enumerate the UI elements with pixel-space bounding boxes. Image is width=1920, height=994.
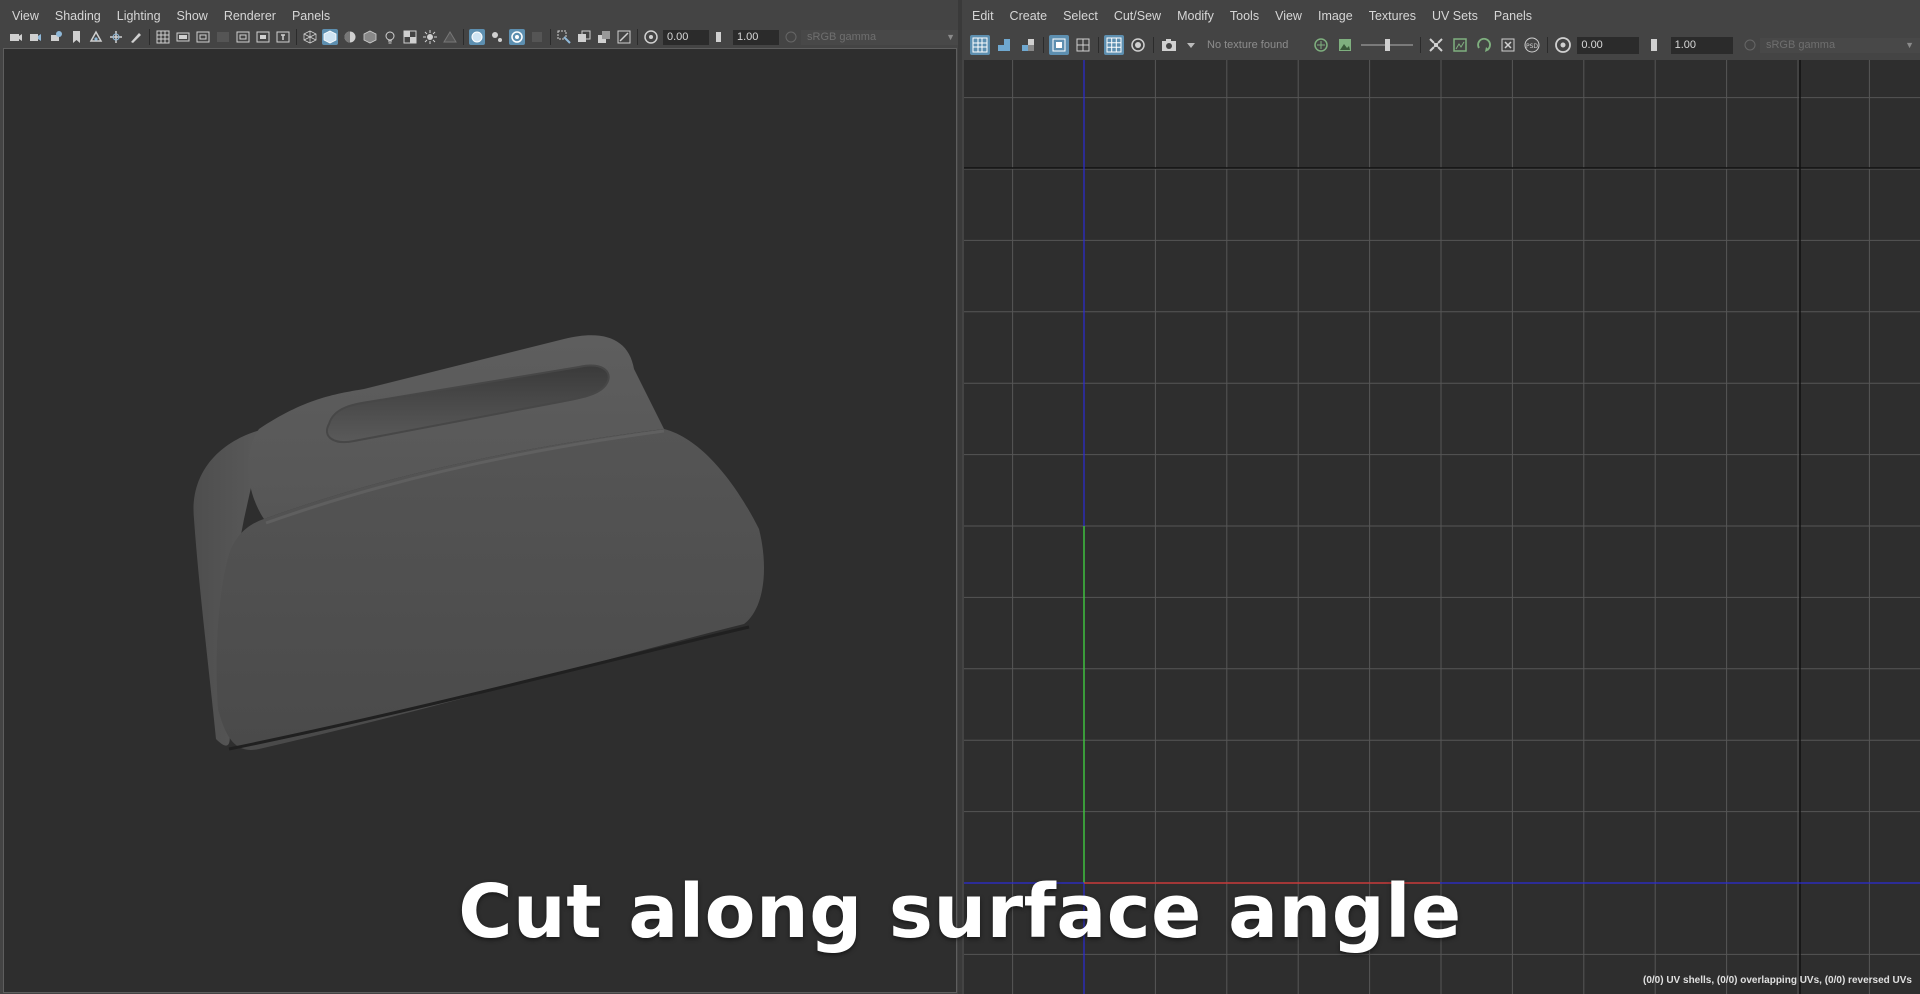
grease-pencil-icon[interactable] bbox=[128, 29, 144, 45]
tutorial-caption: Cut along surface angle bbox=[458, 869, 1462, 955]
uv-checker-icon[interactable] bbox=[1018, 35, 1038, 55]
chevron-down-icon: ▼ bbox=[1905, 39, 1914, 50]
two-view-icon[interactable] bbox=[576, 29, 592, 45]
color-space-label: sRGB gamma bbox=[807, 30, 877, 43]
exposure-icon[interactable] bbox=[643, 29, 659, 45]
texture-tiling-icon[interactable] bbox=[1311, 35, 1331, 55]
gamma-icon[interactable] bbox=[1647, 35, 1667, 55]
toolbar-separator bbox=[296, 29, 297, 45]
uv-grid[interactable] bbox=[964, 60, 1920, 994]
tissue-box-model[interactable] bbox=[4, 49, 956, 992]
uv-grid-icon[interactable] bbox=[1049, 35, 1069, 55]
remove-image-icon[interactable] bbox=[1498, 35, 1518, 55]
svg-text:PSD: PSD bbox=[1526, 43, 1538, 50]
menu-modify[interactable]: Modify bbox=[1169, 0, 1222, 32]
color-space-label: sRGB gamma bbox=[1765, 38, 1836, 51]
xray-joints-icon[interactable] bbox=[489, 29, 505, 45]
psd-network-icon[interactable]: PSD bbox=[1522, 35, 1542, 55]
color-management-icon[interactable] bbox=[1742, 37, 1758, 53]
uv-shell-display-icon[interactable] bbox=[970, 35, 990, 55]
uv-editor-panel: Edit Create Select Cut/Sew Modify Tools … bbox=[962, 0, 1920, 994]
gamma-field[interactable]: 1.00 bbox=[1670, 36, 1733, 54]
menu-cut-sew[interactable]: Cut/Sew bbox=[1106, 0, 1169, 32]
toolbar-separator bbox=[1547, 37, 1549, 53]
dim-image-icon[interactable] bbox=[1128, 35, 1148, 55]
slider-thumb[interactable] bbox=[1385, 39, 1391, 51]
grid-icon[interactable] bbox=[155, 29, 171, 45]
exposure-field[interactable]: 0.00 bbox=[663, 29, 709, 45]
xray-components-icon[interactable] bbox=[509, 29, 525, 45]
smooth-shade-icon[interactable] bbox=[322, 29, 338, 45]
uv-editor-viewport[interactable]: (0/0) UV shells, (0/0) overlapping UVs, … bbox=[964, 60, 1920, 994]
toolbar-separator bbox=[1098, 37, 1099, 53]
shadows-icon[interactable] bbox=[402, 29, 418, 45]
pixel-snap-icon[interactable] bbox=[1104, 35, 1124, 55]
safe-title-icon[interactable] bbox=[275, 29, 291, 45]
image-brightness-slider[interactable] bbox=[1361, 37, 1414, 53]
menu-textures[interactable]: Textures bbox=[1361, 0, 1424, 32]
toolbar-separator bbox=[149, 29, 150, 45]
chevron-down-icon[interactable] bbox=[1183, 37, 1199, 53]
bookmark-icon[interactable] bbox=[68, 29, 84, 45]
chevron-down-icon: ▼ bbox=[946, 31, 955, 42]
color-space-dropdown[interactable]: sRGB gamma ▼ bbox=[801, 29, 961, 45]
use-all-lights-icon[interactable] bbox=[422, 29, 438, 45]
perspective-viewport[interactable] bbox=[3, 48, 957, 993]
exposure-field[interactable]: 0.00 bbox=[1577, 36, 1640, 54]
menu-create[interactable]: Create bbox=[1002, 0, 1056, 32]
lights-icon[interactable] bbox=[382, 29, 398, 45]
menu-image[interactable]: Image bbox=[1310, 0, 1361, 32]
menu-view[interactable]: View bbox=[1267, 0, 1310, 32]
perspective-panel: View Shading Lighting Show Renderer Pane… bbox=[0, 0, 961, 994]
menu-panels[interactable]: Panels bbox=[1486, 0, 1540, 32]
uv-distortion-icon[interactable] bbox=[994, 35, 1014, 55]
uv-grid-lines bbox=[964, 60, 1920, 994]
default-material-icon[interactable] bbox=[342, 29, 358, 45]
uv-editor-toolbar: No texture found PSD 0.00 1.00 sRGB gamm… bbox=[962, 32, 1920, 58]
menu-tools[interactable]: Tools bbox=[1222, 0, 1267, 32]
toolbar-separator bbox=[1153, 37, 1154, 53]
menu-edit[interactable]: Edit bbox=[964, 0, 1002, 32]
gate-mask-icon[interactable] bbox=[215, 29, 231, 45]
menu-uv-sets[interactable]: UV Sets bbox=[1424, 0, 1486, 32]
camera-attributes-icon[interactable] bbox=[48, 29, 64, 45]
toolbar-separator bbox=[550, 29, 551, 45]
toolbar-separator bbox=[1420, 37, 1422, 53]
color-space-dropdown[interactable]: sRGB gamma ▼ bbox=[1759, 37, 1920, 53]
snapshot-icon[interactable] bbox=[1159, 35, 1179, 55]
uv-editor-menu-bar: Edit Create Select Cut/Sew Modify Tools … bbox=[962, 0, 1920, 32]
viewport-toolbar: 0.00 1.00 sRGB gamma ▼ bbox=[0, 24, 961, 50]
camera-select-icon[interactable] bbox=[8, 29, 24, 45]
film-gate-icon[interactable] bbox=[175, 29, 191, 45]
gamma-field[interactable]: 1.00 bbox=[733, 29, 779, 45]
gamma-icon[interactable] bbox=[713, 29, 729, 45]
isolate-select-icon[interactable] bbox=[529, 29, 545, 45]
image-plane-icon[interactable] bbox=[88, 29, 104, 45]
frame-all-icon[interactable] bbox=[616, 29, 632, 45]
update-psd-icon[interactable] bbox=[1474, 35, 1494, 55]
ambient-occlusion-icon[interactable] bbox=[442, 29, 458, 45]
toolbar-separator bbox=[463, 29, 464, 45]
color-management-icon[interactable] bbox=[783, 29, 799, 45]
2d-pan-zoom-icon[interactable] bbox=[108, 29, 124, 45]
safe-action-icon[interactable] bbox=[255, 29, 271, 45]
camera-lock-icon[interactable] bbox=[28, 29, 44, 45]
wireframe-icon[interactable] bbox=[302, 29, 318, 45]
view-transform-icon[interactable] bbox=[596, 29, 612, 45]
uv-bounds-icon[interactable] bbox=[1073, 35, 1093, 55]
toolbar-separator bbox=[1043, 37, 1044, 53]
texture-status: No texture found bbox=[1207, 39, 1289, 51]
textured-icon[interactable] bbox=[362, 29, 378, 45]
toolbar-separator bbox=[637, 29, 638, 45]
exposure-icon[interactable] bbox=[1553, 35, 1573, 55]
uv-image-icon[interactable] bbox=[1450, 35, 1470, 55]
uv-statistics: (0/0) UV shells, (0/0) overlapping UVs, … bbox=[1643, 975, 1912, 986]
image-display-icon[interactable] bbox=[1335, 35, 1355, 55]
select-camera-icon[interactable] bbox=[556, 29, 572, 45]
resolution-gate-icon[interactable] bbox=[195, 29, 211, 45]
menu-select[interactable]: Select bbox=[1055, 0, 1106, 32]
field-chart-icon[interactable] bbox=[235, 29, 251, 45]
isolate-select-uv-icon[interactable] bbox=[1426, 35, 1446, 55]
xray-icon[interactable] bbox=[469, 29, 485, 45]
